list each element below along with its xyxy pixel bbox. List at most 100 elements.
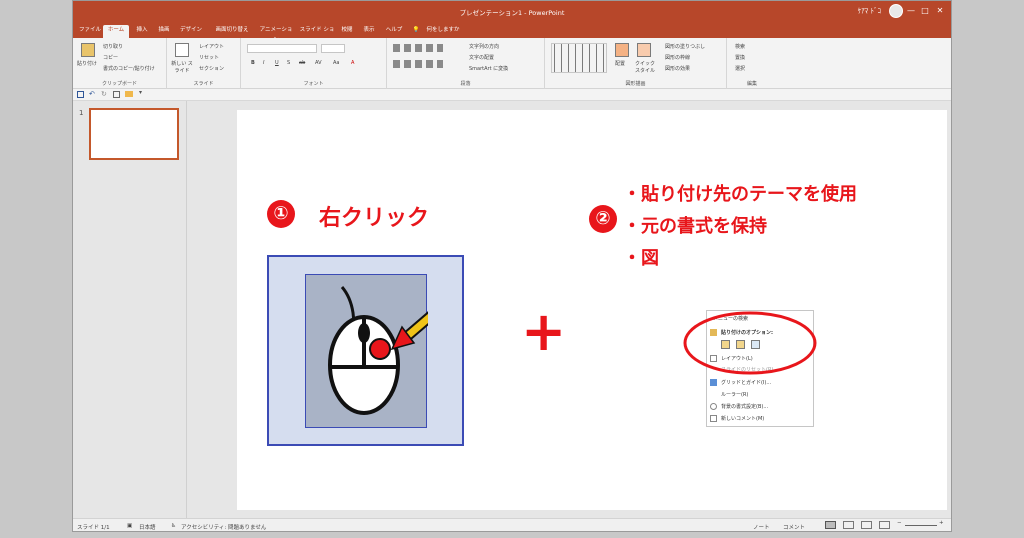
ribbon-tabs: ファイル ホーム 挿入 描画 デザイン 画面切り替え アニメーション スライド … — [73, 21, 951, 43]
arrange-button[interactable]: 配置 — [615, 60, 625, 67]
align-icons[interactable] — [393, 60, 443, 68]
tab-transitions[interactable]: 画面切り替え — [211, 25, 253, 38]
text-direction-button[interactable]: 文字列の方向 — [469, 43, 499, 50]
shadow-button[interactable]: S — [287, 60, 290, 66]
shape-fill-button[interactable]: 図形の塗りつぶし — [665, 43, 705, 50]
editing-group: 検索 置換 選択 編集 — [727, 38, 777, 89]
smartart-button[interactable]: SmartArt に変換 — [469, 65, 508, 72]
undo-icon[interactable]: ↶ — [89, 90, 95, 98]
powerpoint-window: プレゼンテーション1 - PowerPoint ｹｱﾏ ﾄﾞｺ — □ ✕ ファ… — [72, 0, 952, 532]
menu-format-background[interactable]: 背景の書式設定(B)... — [721, 403, 768, 410]
accessibility-status[interactable]: アクセシビリティ: 問題ありません — [181, 523, 266, 531]
new-slide-button[interactable]: 新しい スライド — [171, 60, 193, 74]
slideshow-view-icon[interactable] — [879, 521, 890, 529]
zoom-out-icon[interactable]: − — [897, 520, 902, 526]
cut-button[interactable]: 切り取り — [103, 43, 123, 50]
drawing-label: 図形描画 — [625, 81, 646, 87]
comments-button[interactable]: コメント — [783, 523, 805, 531]
paragraph-label: 段落 — [460, 81, 471, 87]
strikethrough-button[interactable]: ab — [299, 60, 305, 66]
step1-label: 右クリック — [319, 206, 430, 231]
option-keep-format: ・元の書式を保持 — [623, 216, 767, 237]
slide-thumbnail[interactable] — [89, 108, 179, 160]
reset-button[interactable]: リセット — [199, 54, 219, 61]
tab-draw[interactable]: 描画 — [155, 25, 173, 38]
font-name-combo[interactable] — [247, 44, 317, 53]
shape-effects-button[interactable]: 図形の効果 — [665, 65, 690, 72]
zoom-slider[interactable] — [905, 525, 937, 526]
menu-new-comment[interactable]: 新しいコメント(M) — [721, 415, 764, 422]
reading-view-icon[interactable] — [861, 521, 872, 529]
tab-help[interactable]: ヘルプ — [383, 25, 405, 38]
paragraph-group: 文字列の方向 文字の配置 SmartArt に変換 段落 — [387, 38, 545, 89]
ribbon: 貼り付け 切り取り コピー 書式のコピー/貼り付け クリップボード 新しい スラ… — [73, 38, 951, 89]
paste-icon[interactable] — [81, 43, 95, 57]
tab-review[interactable]: 校閲 — [339, 25, 355, 38]
redo-icon[interactable]: ↻ — [101, 90, 107, 98]
maximize-button[interactable]: □ — [919, 5, 931, 17]
avatar[interactable] — [889, 4, 903, 18]
spelling-icon[interactable]: ▣ — [127, 523, 132, 529]
tab-slideshow[interactable]: スライド ショー — [299, 25, 335, 43]
zoom-in-icon[interactable]: + — [939, 520, 944, 526]
format-background-icon — [710, 403, 717, 410]
quick-styles-button[interactable]: クイック スタイル — [633, 60, 657, 74]
select-button[interactable]: 選択 — [735, 65, 745, 72]
tab-insert[interactable]: 挿入 — [133, 25, 151, 38]
tab-design[interactable]: デザイン — [177, 25, 205, 38]
font-size-combo[interactable] — [321, 44, 345, 53]
normal-view-icon[interactable] — [825, 521, 836, 529]
font-label: フォント — [303, 81, 324, 87]
grid-icon — [710, 379, 717, 386]
font-group: B I U S ab AV Aa A フォント — [241, 38, 387, 89]
underline-button[interactable]: U — [275, 60, 279, 66]
shape-outline-button[interactable]: 図形の枠線 — [665, 54, 690, 61]
minimize-button[interactable]: — — [905, 5, 917, 17]
editing-label: 編集 — [746, 81, 757, 87]
new-slide-icon[interactable] — [175, 43, 189, 57]
customize-qat-icon[interactable]: ▾ — [139, 89, 142, 96]
tab-animations[interactable]: アニメーション — [257, 25, 295, 43]
list-icons[interactable] — [393, 44, 443, 52]
accessibility-icon[interactable]: ♿ — [171, 523, 176, 529]
start-slideshow-icon[interactable] — [113, 91, 120, 98]
align-text-button[interactable]: 文字の配置 — [469, 54, 494, 61]
close-button[interactable]: ✕ — [934, 5, 946, 17]
tell-me-search[interactable]: 何をしますか — [423, 25, 463, 38]
char-spacing-button[interactable]: AV — [315, 60, 322, 66]
open-icon[interactable] — [125, 91, 133, 97]
italic-button[interactable]: I — [263, 60, 264, 66]
arrange-icon[interactable] — [615, 43, 629, 57]
tab-file[interactable]: ファイル — [79, 25, 101, 38]
format-painter-button[interactable]: 書式のコピー/貼り付け — [103, 65, 155, 72]
paste-button[interactable]: 貼り付け — [77, 60, 97, 67]
mouse-illustration-frame — [267, 255, 464, 446]
change-case-button[interactable]: Aa — [333, 60, 339, 66]
tab-view[interactable]: 表示 — [361, 25, 377, 38]
step1-number: ① — [267, 200, 295, 228]
shapes-gallery[interactable] — [551, 43, 607, 73]
slide-canvas[interactable]: ① 右クリック + ② ・貼り付け先のテーマを使用 ・元の書式を保持 ・図 — [237, 110, 947, 510]
layout-button[interactable]: レイアウト — [199, 43, 224, 50]
mouse-illustration-bg — [305, 274, 450, 428]
user-name[interactable]: ｹｱﾏ ﾄﾞｺ — [858, 6, 881, 16]
menu-ruler[interactable]: ルーラー(R) — [721, 391, 748, 398]
font-color-button[interactable]: A — [351, 60, 354, 66]
comment-icon — [710, 415, 717, 422]
quick-styles-icon[interactable] — [637, 43, 651, 57]
section-button[interactable]: セクション — [199, 65, 224, 72]
thumbnail-number: 1 — [79, 109, 84, 117]
tab-home[interactable]: ホーム — [103, 25, 129, 38]
notes-button[interactable]: ノート — [753, 523, 770, 531]
save-icon[interactable] — [77, 91, 84, 98]
lightbulb-icon: 💡 — [412, 27, 420, 33]
find-button[interactable]: 検索 — [735, 43, 745, 50]
menu-grid-guides[interactable]: グリッドとガイド(I)... — [721, 379, 771, 386]
replace-button[interactable]: 置換 — [735, 54, 745, 61]
slide-sorter-icon[interactable] — [843, 521, 854, 529]
option-picture: ・図 — [623, 248, 659, 269]
bold-button[interactable]: B — [251, 60, 255, 66]
language-indicator[interactable]: 日本語 — [139, 523, 156, 531]
slides-group: 新しい スライド レイアウト リセット セクション スライド — [167, 38, 241, 89]
copy-button[interactable]: コピー — [103, 54, 118, 61]
